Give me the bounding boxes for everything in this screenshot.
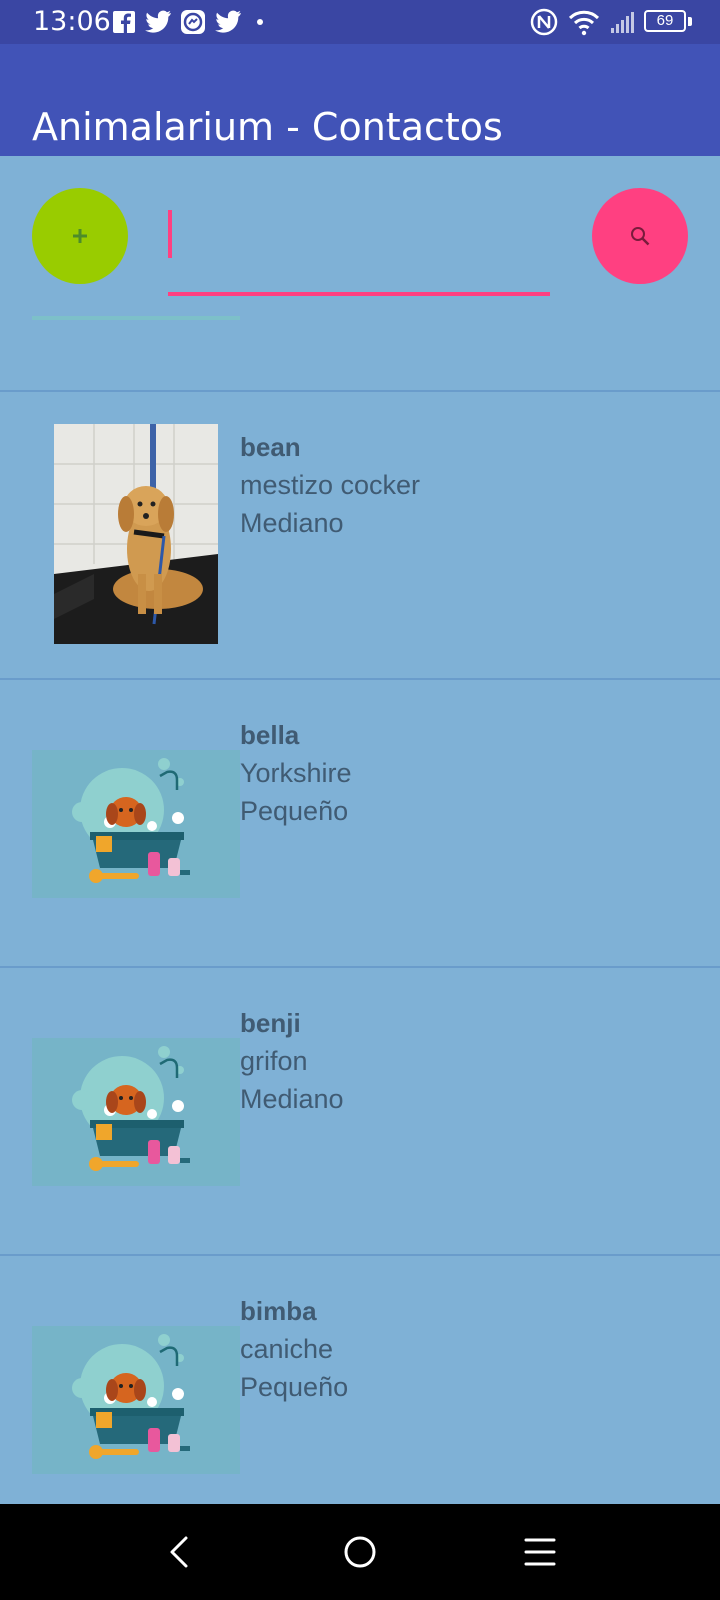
back-button[interactable] xyxy=(156,1528,204,1576)
divider-line xyxy=(32,316,240,320)
list-item[interactable]: bimba caniche Pequeño xyxy=(0,1254,720,1516)
wifi-icon xyxy=(568,10,600,36)
contacts-list[interactable]: bean mestizo cocker Mediano bella Yorksh… xyxy=(0,390,720,1516)
pet-placeholder-image xyxy=(32,1326,240,1474)
home-icon xyxy=(344,1536,376,1568)
pet-placeholder-image xyxy=(32,1038,240,1186)
app-title: Animalarium - Contactos xyxy=(32,105,503,150)
app-bar: Animalarium - Contactos xyxy=(0,44,720,156)
search-input[interactable] xyxy=(168,200,550,296)
twitter-icon xyxy=(215,10,241,33)
messenger-icon xyxy=(181,10,205,34)
pet-name: bimba xyxy=(240,1296,317,1326)
facebook-icon xyxy=(113,11,135,33)
text-cursor xyxy=(168,210,172,258)
system-icons: 69 xyxy=(530,8,692,36)
status-bar: 13:06 69 xyxy=(0,0,720,44)
pet-placeholder-image xyxy=(32,750,240,898)
pet-name: bean xyxy=(240,432,301,462)
list-item[interactable]: benji grifon Mediano xyxy=(0,966,720,1254)
battery-icon: 69 xyxy=(644,10,692,34)
plus-icon xyxy=(73,229,87,243)
notification-icons xyxy=(112,10,270,34)
pet-size: Mediano xyxy=(240,508,344,538)
search-icon xyxy=(631,227,650,246)
pet-size: Mediano xyxy=(240,1084,344,1114)
pet-size: Pequeño xyxy=(240,796,349,826)
list-item[interactable]: bella Yorkshire Pequeño xyxy=(0,678,720,966)
list-item[interactable]: bean mestizo cocker Mediano xyxy=(0,390,720,678)
battery-level: 69 xyxy=(656,12,674,29)
dot-icon xyxy=(257,19,263,25)
signal-icon xyxy=(611,12,634,33)
nfc-icon xyxy=(530,8,558,36)
home-button[interactable] xyxy=(336,1528,384,1576)
pet-breed: grifon xyxy=(240,1046,308,1076)
status-time: 13:06 xyxy=(33,6,111,37)
search-button[interactable] xyxy=(592,188,688,284)
pet-breed: mestizo cocker xyxy=(240,470,421,500)
twitter-icon xyxy=(145,10,171,33)
pet-name: benji xyxy=(240,1008,301,1038)
pet-photo xyxy=(54,424,218,644)
back-icon xyxy=(170,1536,188,1568)
pet-breed: Yorkshire xyxy=(240,758,352,788)
menu-button[interactable] xyxy=(516,1528,564,1576)
pet-name: bella xyxy=(240,720,300,750)
pet-size: Pequeño xyxy=(240,1372,349,1402)
navigation-bar xyxy=(0,1504,720,1600)
pet-breed: caniche xyxy=(240,1334,334,1364)
add-contact-button[interactable] xyxy=(32,188,128,284)
menu-icon xyxy=(524,1538,556,1566)
